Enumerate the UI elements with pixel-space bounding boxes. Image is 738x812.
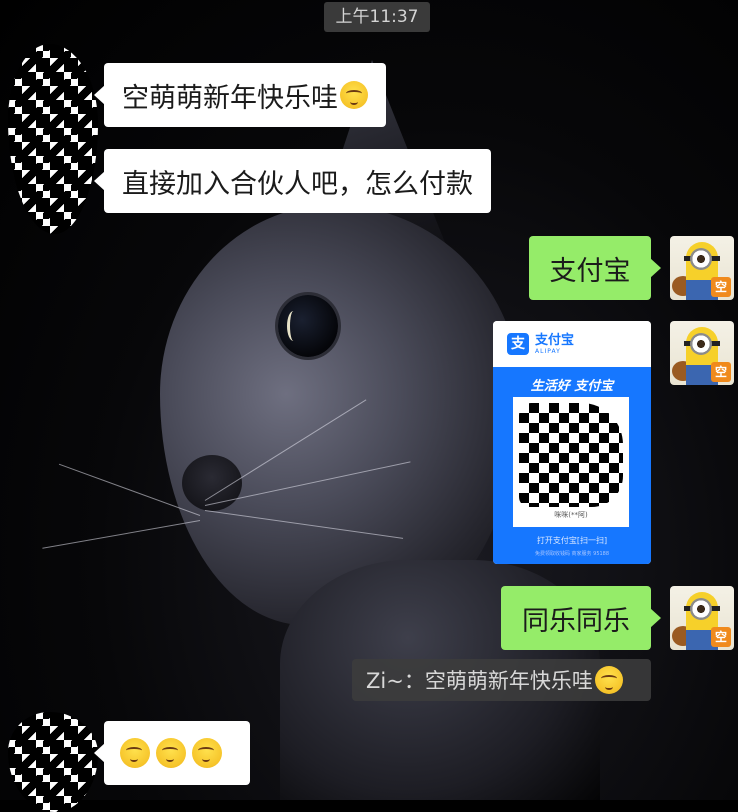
alipay-header: 支 支付宝 ALIPAY [493,321,651,367]
avatar-badge: 空 [711,627,731,647]
quoted-message[interactable]: Zi~：空萌萌新年快乐哇 [352,659,651,701]
alipay-brand: 支付宝 ALIPAY [535,334,574,355]
alipay-brand-en: ALIPAY [535,347,561,355]
message-text: 支付宝 [549,255,631,287]
qr-code-frame: 咪咪(**阿) [513,397,629,527]
outgoing-message-bubble[interactable]: 支付宝 [529,236,661,300]
smirk-emoji [120,738,150,768]
avatar-goggle [690,333,712,355]
quoted-text: Zi~：空萌萌新年快乐哇 [366,669,593,693]
smirk-emoji [192,738,222,768]
my-avatar[interactable]: 空 [670,321,734,385]
alipay-card-body: 生活好 支付宝 咪咪(**阿) 打开支付宝[扫一扫] 免费领取收钱码 商家服务 … [493,367,651,564]
payee-name: 咪咪(**阿) [554,511,588,519]
message-text: 空萌萌新年快乐哇 [122,82,338,114]
my-avatar[interactable]: 空 [670,236,734,300]
alipay-brand-cn: 支付宝 [535,332,575,348]
message-timestamp: 上午11:37 [324,2,430,32]
incoming-message-bubble[interactable]: 空萌萌新年快乐哇 [94,63,386,127]
incoming-message-bubble[interactable]: 直接加入合伙人吧，怎么付款 [94,149,491,213]
wallpaper-cat-eye [278,295,338,357]
alipay-footer: 免费领取收钱码 商家服务 95188 [534,551,610,557]
my-avatar[interactable]: 空 [670,586,734,650]
alipay-qr-image-message[interactable]: 支 支付宝 ALIPAY 生活好 支付宝 咪咪(**阿) 打开支付宝[扫一扫] … [493,321,651,564]
smirk-emoji [156,738,186,768]
incoming-message-bubble[interactable] [94,721,250,785]
avatar-goggle [690,248,712,270]
avatar-badge: 空 [711,277,731,297]
avatar-goggle [690,598,712,620]
face-with-monocle-emoji [594,666,623,694]
alipay-logo-icon: 支 [507,333,529,355]
alipay-scan-hint: 打开支付宝[扫一扫] [536,536,608,545]
message-text: 同乐同乐 [522,605,630,637]
outgoing-message-bubble[interactable]: 同乐同乐 [501,586,661,650]
alipay-slogan: 生活好 支付宝 [530,379,614,394]
message-text: 直接加入合伙人吧，怎么付款 [122,168,473,200]
qr-code-obscured [519,403,623,507]
wallpaper-whisker [42,520,201,549]
avatar-badge: 空 [711,362,731,382]
face-with-monocle-emoji [340,81,368,109]
